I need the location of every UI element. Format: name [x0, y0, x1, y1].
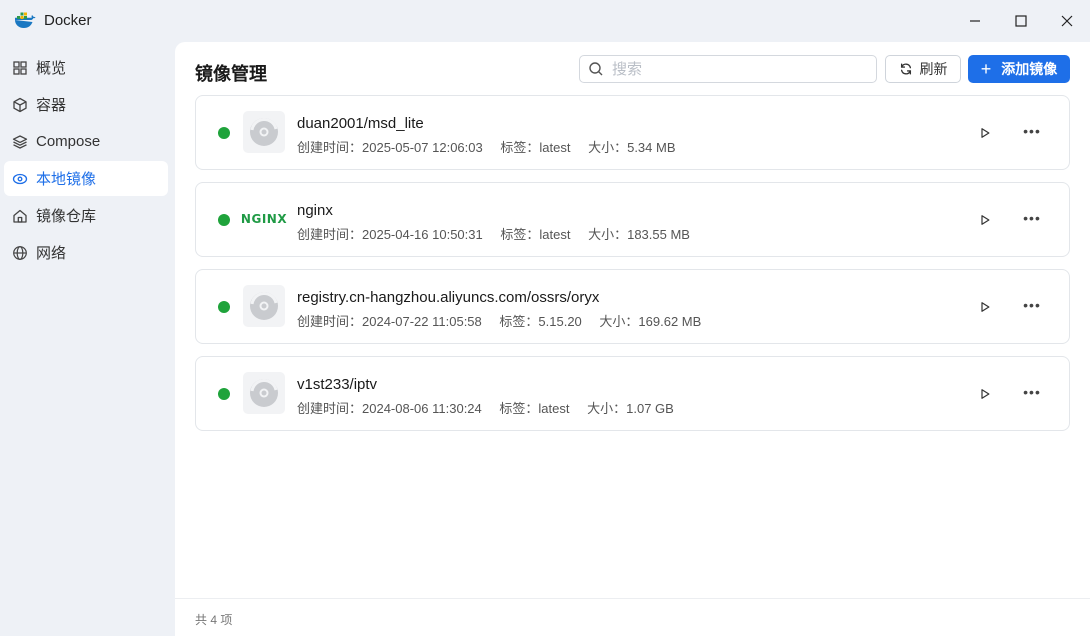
more-options-button[interactable]: ••• — [1021, 210, 1043, 228]
created-time: 2024-08-06 11:30:24 — [362, 401, 482, 416]
minimize-button[interactable] — [952, 0, 998, 42]
created-time: 2024-07-22 11:05:58 — [362, 314, 482, 329]
search-box[interactable] — [579, 55, 877, 83]
status-running-indicator — [218, 127, 230, 139]
more-options-button[interactable]: ••• — [1021, 123, 1043, 141]
play-icon — [981, 302, 990, 312]
more-options-button[interactable]: ••• — [1021, 384, 1043, 402]
image-name: registry.cn-hangzhou.aliyuncs.com/ossrs/… — [297, 289, 600, 306]
sidebar-item-containers[interactable]: 容器 — [4, 87, 168, 122]
sidebar-item-network[interactable]: 网络 — [4, 235, 168, 270]
more-options-button[interactable]: ••• — [1021, 297, 1043, 315]
disc-icon — [243, 372, 285, 414]
image-tag: latest — [539, 140, 571, 155]
image-meta: 创建时间：2024-07-22 11:05:58 标签：5.15.20 大小：1… — [297, 314, 702, 329]
image-name: v1st233/iptv — [297, 376, 378, 393]
home-icon — [12, 208, 28, 224]
image-tag: 5.15.20 — [538, 314, 582, 329]
sidebar-item-local-images[interactable]: 本地镜像 — [4, 161, 168, 196]
run-button[interactable] — [976, 385, 994, 403]
main-panel: 镜像管理 刷新 + 添加镜像 duan2001/msd_lite 创建时间：20… — [175, 42, 1090, 636]
image-card[interactable]: v1st233/iptv 创建时间：2024-08-06 11:30:24 标签… — [195, 356, 1070, 431]
image-meta: 创建时间：2025-05-07 12:06:03 标签：latest 大小：5.… — [297, 140, 676, 155]
image-card[interactable]: registry.cn-hangzhou.aliyuncs.com/ossrs/… — [195, 269, 1070, 344]
run-button[interactable] — [976, 298, 994, 316]
add-image-label: 添加镜像 — [1001, 61, 1058, 77]
nginx-logo: NGINX — [240, 212, 288, 226]
maximize-icon — [1015, 15, 1027, 27]
status-running-indicator — [218, 214, 230, 226]
title-bar: Docker — [0, 0, 1090, 42]
sidebar-item-label: Compose — [36, 133, 101, 150]
add-image-button[interactable]: + 添加镜像 — [968, 55, 1070, 83]
refresh-label: 刷新 — [919, 61, 948, 77]
grid-icon — [12, 60, 28, 76]
sidebar-item-label: 镜像仓库 — [36, 208, 97, 225]
close-icon — [1061, 15, 1073, 27]
footer: 共 4 项 — [175, 598, 1090, 636]
disc-icon — [243, 111, 285, 153]
sidebar-item-label: 概览 — [36, 60, 67, 77]
close-button[interactable] — [1044, 0, 1090, 42]
play-icon — [981, 128, 990, 138]
search-input[interactable] — [612, 60, 852, 78]
refresh-icon — [900, 63, 911, 75]
image-tag: latest — [538, 401, 570, 416]
disc-icon — [243, 285, 285, 327]
sidebar-item-label: 容器 — [36, 97, 67, 114]
refresh-button[interactable]: 刷新 — [885, 55, 961, 83]
image-meta: 创建时间：2024-08-06 11:30:24 标签：latest 大小：1.… — [297, 401, 674, 416]
play-icon — [981, 389, 990, 399]
layers-icon — [12, 134, 28, 150]
globe-icon — [12, 245, 28, 261]
plus-icon: + — [980, 59, 992, 79]
sidebar: 概览 容器 Compose 本地镜像 镜像仓库 网络 — [0, 50, 174, 272]
image-size: 169.62 MB — [638, 314, 702, 329]
eye-disc-icon — [12, 171, 28, 187]
image-tag: latest — [539, 227, 571, 242]
image-size: 183.55 MB — [627, 227, 690, 242]
sidebar-item-label: 本地镜像 — [36, 171, 97, 188]
docker-whale-icon — [12, 8, 36, 32]
image-size: 5.34 MB — [627, 140, 676, 155]
created-time: 2025-05-07 12:06:03 — [362, 140, 483, 155]
status-running-indicator — [218, 301, 230, 313]
run-button[interactable] — [976, 124, 994, 142]
sidebar-item-label: 网络 — [36, 245, 67, 262]
image-meta: 创建时间：2025-04-16 10:50:31 标签：latest 大小：18… — [297, 227, 690, 242]
status-running-indicator — [218, 388, 230, 400]
image-card[interactable]: NGINX nginx 创建时间：2025-04-16 10:50:31 标签：… — [195, 182, 1070, 257]
play-icon — [981, 215, 990, 225]
app-title: Docker — [44, 12, 92, 29]
image-name: nginx — [297, 202, 333, 219]
sidebar-item-overview[interactable]: 概览 — [4, 50, 168, 85]
created-time: 2025-04-16 10:50:31 — [362, 227, 483, 242]
image-card[interactable]: duan2001/msd_lite 创建时间：2025-05-07 12:06:… — [195, 95, 1070, 170]
image-size: 1.07 GB — [626, 401, 674, 416]
cube-icon — [12, 97, 28, 113]
search-icon — [589, 62, 603, 76]
maximize-button[interactable] — [998, 0, 1044, 42]
image-name: duan2001/msd_lite — [297, 115, 424, 132]
minimize-icon — [970, 20, 980, 22]
item-count: 共 4 项 — [195, 613, 233, 627]
sidebar-item-registry[interactable]: 镜像仓库 — [4, 198, 168, 233]
sidebar-item-compose[interactable]: Compose — [4, 124, 168, 159]
page-title: 镜像管理 — [195, 64, 267, 84]
run-button[interactable] — [976, 211, 994, 229]
